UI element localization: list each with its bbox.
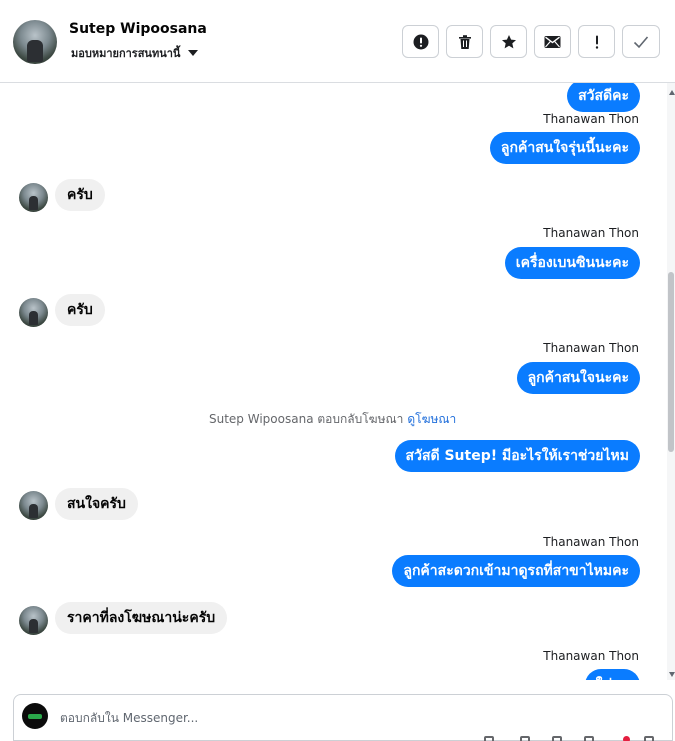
scrollbar-thumb[interactable] xyxy=(668,272,674,452)
assign-conversation-dropdown[interactable]: มอบหมายการสนทนานี้ xyxy=(71,44,199,62)
message-thread[interactable]: สวัสดีคะ Thanawan Thon ลูกค้าสนใจรุ่นนี้… xyxy=(0,83,667,680)
assign-conversation-label: มอบหมายการสนทนานี้ xyxy=(71,47,181,60)
image-icon[interactable] xyxy=(552,736,562,741)
incoming-message: สนใจครับ xyxy=(55,488,138,520)
trash-icon xyxy=(458,34,471,49)
contact-avatar[interactable] xyxy=(13,20,57,64)
outgoing-message: ลูกค้าสนใจนะคะ xyxy=(516,362,640,394)
alert-circle-icon xyxy=(413,34,428,49)
attachment-icon[interactable] xyxy=(520,736,530,741)
notification-dot xyxy=(623,736,630,741)
sender-name: Thanawan Thon xyxy=(543,649,639,663)
reply-input[interactable] xyxy=(58,707,622,729)
follow-up-button[interactable] xyxy=(578,25,615,58)
sender-name: Thanawan Thon xyxy=(543,112,639,126)
outgoing-message: เครื่องเบนซินนะคะ xyxy=(504,247,640,279)
sender-name: Thanawan Thon xyxy=(543,226,639,240)
page-avatar xyxy=(22,703,48,729)
outgoing-message: ลูกค้าสนใจรุ่นนี้นะคะ xyxy=(489,132,640,164)
emoji-icon[interactable] xyxy=(484,736,494,741)
gif-icon[interactable] xyxy=(584,736,594,741)
contact-name[interactable]: Sutep Wipoosana xyxy=(69,21,207,37)
composer-toolbar xyxy=(480,733,670,741)
view-ad-link[interactable]: ดูโฆษณา xyxy=(407,412,456,426)
incoming-message: ครับ xyxy=(55,179,105,211)
incoming-message: ราคาที่ลงโฆษณาน่ะครับ xyxy=(55,602,228,634)
ad-reply-notice: Sutep Wipoosana ตอบกลับโฆษณา ดูโฆษณา xyxy=(209,410,456,429)
delete-button[interactable] xyxy=(446,25,483,58)
more-icon[interactable] xyxy=(644,736,654,741)
contact-avatar-small[interactable] xyxy=(19,298,48,327)
mark-done-button[interactable] xyxy=(622,25,660,58)
star-button[interactable] xyxy=(490,25,527,58)
star-icon xyxy=(501,34,516,48)
outgoing-message: สวัสดีคะ xyxy=(567,83,640,112)
conversation-header: Sutep Wipoosana มอบหมายการสนทนานี้ xyxy=(0,0,675,83)
outgoing-message: ใช่คะ xyxy=(584,669,640,680)
caret-down-icon xyxy=(188,50,199,56)
contact-avatar-small[interactable] xyxy=(19,183,48,212)
sender-name: Thanawan Thon xyxy=(543,341,639,355)
scroll-down-arrow-icon[interactable] xyxy=(669,672,675,677)
ad-reply-text: Sutep Wipoosana ตอบกลับโฆษณา xyxy=(209,412,404,426)
sender-name: Thanawan Thon xyxy=(543,535,639,549)
mark-unread-button[interactable] xyxy=(534,25,571,58)
report-spam-button[interactable] xyxy=(402,25,439,58)
contact-avatar-small[interactable] xyxy=(19,491,48,520)
exclamation-icon xyxy=(595,35,598,49)
incoming-message: ครับ xyxy=(55,294,105,326)
envelope-icon xyxy=(544,35,561,48)
conversation-actions xyxy=(402,25,660,58)
check-icon xyxy=(633,35,649,48)
scroll-up-arrow-icon[interactable] xyxy=(669,90,675,95)
outgoing-message: สวัสดี Sutep! มีอะไรให้เราช่วยไหม xyxy=(394,440,640,472)
contact-avatar-small[interactable] xyxy=(19,606,48,635)
outgoing-message: ลูกค้าสะดวกเข้ามาดูรถที่สาขาไหมคะ xyxy=(392,555,640,587)
